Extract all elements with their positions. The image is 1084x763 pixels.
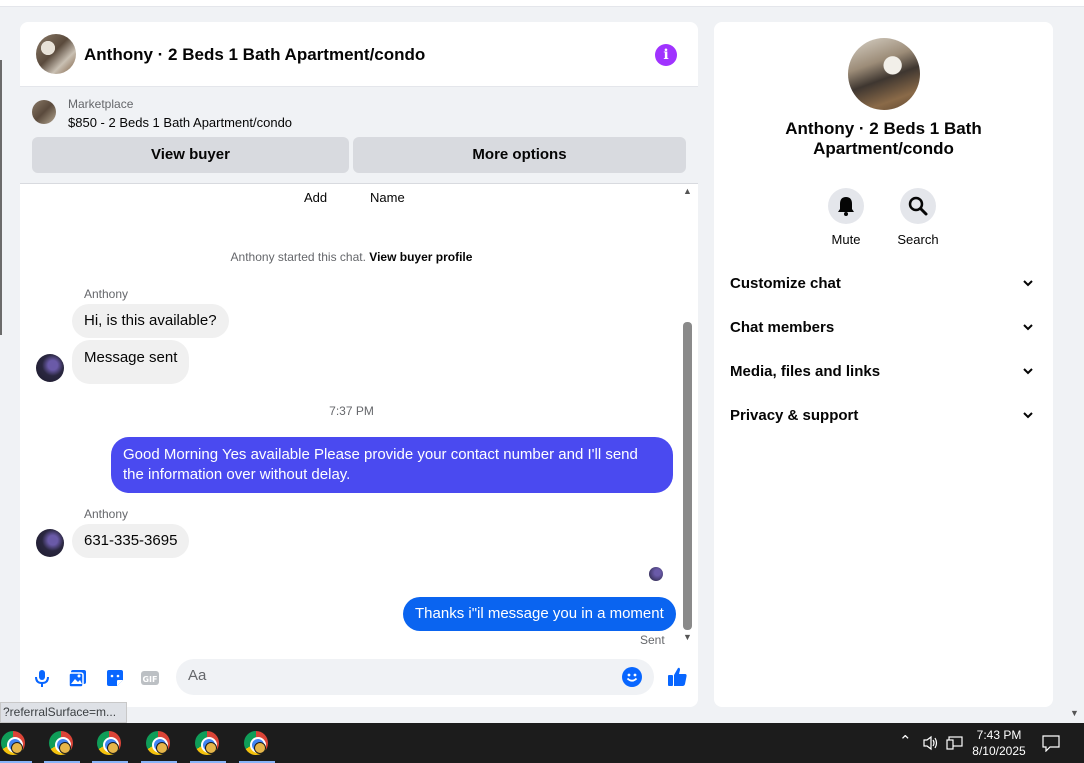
search-action[interactable]: Search [888, 188, 948, 247]
sender-name: Anthony [84, 507, 129, 521]
message-input-box[interactable] [176, 659, 654, 695]
microphone-icon[interactable] [32, 668, 52, 688]
marketplace-label: Marketplace [68, 97, 134, 111]
message-input[interactable] [188, 667, 608, 684]
section-label: Privacy & support [730, 407, 859, 424]
chevron-down-icon [1023, 412, 1033, 419]
section-label: Chat members [730, 319, 835, 336]
browser-top-edge [0, 0, 1084, 7]
outgoing-message[interactable]: Thanks i"il message you in a moment [403, 597, 676, 631]
search-icon [908, 196, 928, 216]
info-icon[interactable]: i [655, 44, 677, 66]
search-button[interactable] [900, 188, 936, 224]
bell-icon [838, 197, 854, 216]
clock-date: 8/10/2025 [972, 744, 1026, 758]
section-label: Media, files and links [730, 363, 881, 380]
profile-title: Anthony · 2 Beds 1 Bath Apartment/condo [785, 119, 982, 158]
volume-icon[interactable] [922, 735, 940, 751]
incoming-message[interactable]: Message sent [72, 340, 190, 384]
mute-action[interactable]: Mute [816, 188, 876, 247]
chat-started-notice: Anthony started this chat. View buyer pr… [20, 250, 683, 264]
taskbar-chrome-window[interactable] [188, 723, 228, 763]
profile-badge-icon [254, 742, 266, 754]
profile-badge-icon [11, 742, 23, 754]
svg-text:GIF: GIF [142, 675, 157, 684]
chat-panel: Anthony · 2 Beds 1 Bath Apartment/condo … [20, 22, 698, 707]
sent-status: Sent [640, 633, 665, 647]
marketplace-banner: Marketplace $850 - 2 Beds 1 Bath Apartme… [20, 87, 698, 184]
profile-avatar[interactable] [848, 38, 920, 110]
sender-avatar[interactable] [36, 354, 64, 382]
conversation-info-panel: Anthony · 2 Beds 1 Bath Apartment/condo … [714, 22, 1053, 707]
conversation-title[interactable]: Anthony · 2 Beds 1 Bath Apartment/condo [84, 45, 425, 65]
media-files-links-row[interactable]: Media, files and links [714, 350, 1053, 394]
sticker-icon[interactable] [105, 668, 125, 688]
listing-title[interactable]: $850 - 2 Beds 1 Bath Apartment/condo [68, 115, 292, 130]
message-list: ▲ ▼ Add Name Anthony started this chat. … [20, 184, 698, 647]
chevron-down-icon [1023, 368, 1033, 375]
scroll-down-arrow-icon[interactable]: ▼ [683, 632, 692, 642]
read-receipt-avatar [649, 567, 663, 581]
profile-badge-icon [205, 742, 217, 754]
add-label[interactable]: Add [304, 190, 327, 205]
system-clock[interactable]: 7:43 PM 8/10/2025 [966, 727, 1032, 759]
more-options-button[interactable]: More options [353, 137, 686, 173]
clock-time: 7:43 PM [976, 728, 1022, 742]
profile-badge-icon [107, 742, 119, 754]
started-text: Anthony started this chat. [230, 250, 366, 264]
thumbs-up-icon[interactable] [666, 666, 688, 688]
scrollbar-thumb[interactable] [683, 322, 692, 630]
taskbar-chrome-window[interactable] [42, 723, 82, 763]
chevron-down-icon [1023, 280, 1033, 287]
taskbar-chrome-window[interactable] [139, 723, 179, 763]
taskbar: ⌃ 7:43 PM 8/10/2025 [0, 723, 1084, 763]
name-label[interactable]: Name [370, 190, 405, 205]
view-buyer-button[interactable]: View buyer [32, 137, 349, 173]
outgoing-message[interactable]: Good Morning Yes available Please provid… [111, 437, 673, 493]
scroll-up-arrow-icon[interactable]: ▲ [683, 186, 692, 196]
listing-thumbnail [32, 100, 56, 124]
incoming-message[interactable]: Hi, is this available? [72, 304, 229, 338]
sender-avatar[interactable] [36, 529, 64, 557]
taskbar-chrome-window[interactable] [90, 723, 130, 763]
taskbar-chrome-window[interactable] [0, 723, 34, 763]
photo-icon[interactable] [68, 668, 88, 688]
incoming-message[interactable]: 631-335-3695 [72, 524, 190, 558]
message-timestamp: 7:37 PM [329, 404, 374, 418]
view-buyer-profile-link[interactable]: View buyer profile [369, 250, 472, 264]
chat-members-row[interactable]: Chat members [714, 306, 1053, 350]
message-composer: GIF [20, 646, 698, 707]
emoji-icon[interactable] [622, 667, 642, 687]
privacy-support-row[interactable]: Privacy & support [714, 394, 1053, 438]
gif-icon[interactable]: GIF [140, 668, 160, 688]
network-icon[interactable] [946, 735, 964, 751]
profile-badge-icon [59, 742, 71, 754]
sender-name: Anthony [84, 287, 129, 301]
mute-label: Mute [831, 232, 861, 247]
search-label: Search [897, 232, 939, 247]
section-label: Customize chat [730, 275, 841, 292]
notifications-icon[interactable] [1042, 734, 1060, 752]
status-bar-url: ?referralSurface=m... [0, 702, 128, 723]
profile-badge-icon [156, 742, 168, 754]
customize-chat-row[interactable]: Customize chat [714, 262, 1053, 306]
window-edge [0, 60, 2, 335]
chat-header: Anthony · 2 Beds 1 Bath Apartment/condo … [20, 22, 698, 87]
chevron-up-icon[interactable]: ⌃ [899, 732, 912, 750]
conversation-avatar[interactable] [36, 34, 76, 74]
taskbar-chrome-window[interactable] [237, 723, 277, 763]
page-scroll-down-icon[interactable]: ▼ [1070, 708, 1079, 718]
chevron-down-icon [1023, 324, 1033, 331]
mute-button[interactable] [828, 188, 864, 224]
